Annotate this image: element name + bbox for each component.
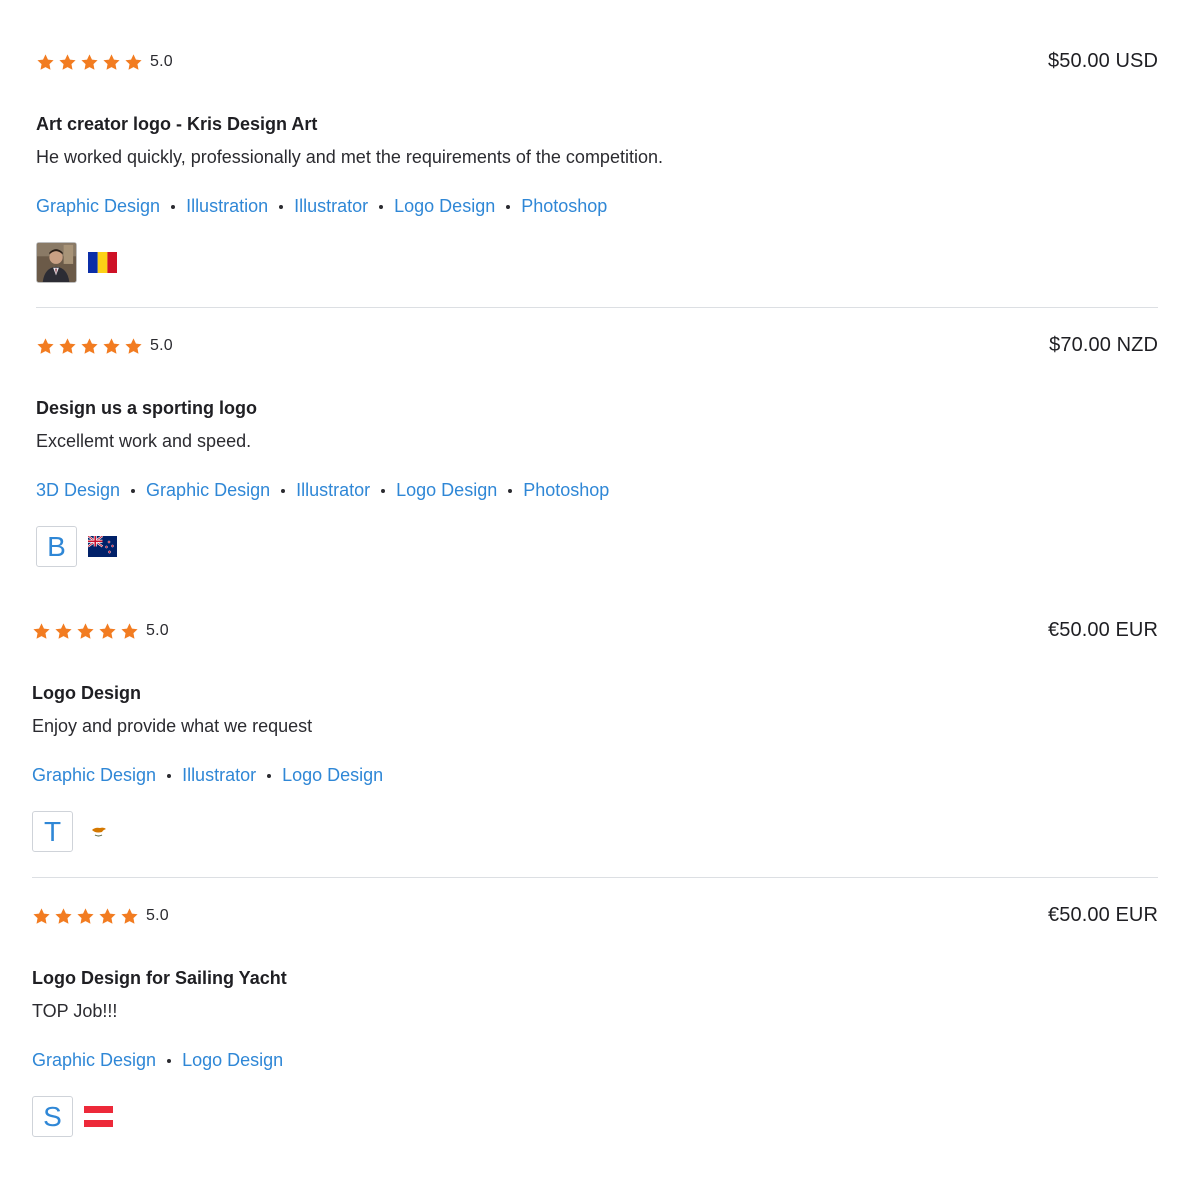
user-photo-icon <box>37 243 76 282</box>
avatar-letter: B <box>47 530 66 562</box>
review-comment: Enjoy and provide what we request <box>32 716 313 736</box>
project-price: €50.00 EUR <box>1048 904 1158 926</box>
avatar-letter: S <box>43 1100 62 1132</box>
star-icon <box>98 907 117 926</box>
separator-dot <box>279 204 284 209</box>
divider <box>32 877 1158 878</box>
reviewer-info: B <box>36 526 117 567</box>
project-price: €50.00 EUR <box>1048 619 1158 641</box>
skill-link[interactable]: Graphic Design <box>32 765 156 786</box>
star-rating <box>32 907 139 926</box>
skill-link[interactable]: Illustrator <box>182 765 256 786</box>
review-comment: He worked quickly, professionally and me… <box>36 147 663 167</box>
star-icon <box>120 622 139 641</box>
rating-score: 5.0 <box>146 622 169 639</box>
skill-link[interactable]: Photoshop <box>523 480 609 501</box>
star-icon <box>36 337 55 356</box>
rating: 5.0 <box>36 334 173 358</box>
separator-dot <box>381 488 386 493</box>
reviewer-info: S <box>32 1096 113 1137</box>
star-icon <box>80 337 99 356</box>
project-title: Logo Design <box>32 683 141 703</box>
skill-tags: Graphic Design Illustration Illustrator … <box>36 196 607 217</box>
skill-link[interactable]: Illustrator <box>296 480 370 501</box>
divider <box>36 307 1158 308</box>
avatar[interactable]: S <box>32 1096 73 1137</box>
separator-dot <box>167 1058 172 1063</box>
star-icon <box>124 337 143 356</box>
review-item: 5.0 €50.00 EUR Logo Design for Sailing Y… <box>32 890 1158 1160</box>
star-icon <box>54 907 73 926</box>
skill-tags: 3D Design Graphic Design Illustrator Log… <box>36 480 609 501</box>
skill-link[interactable]: Logo Design <box>396 480 497 501</box>
review-comment: TOP Job!!! <box>32 1001 118 1021</box>
skill-link[interactable]: Logo Design <box>282 765 383 786</box>
skill-link[interactable]: Graphic Design <box>36 196 160 217</box>
skill-link[interactable]: Logo Design <box>182 1050 283 1071</box>
skill-link[interactable]: Photoshop <box>521 196 607 217</box>
project-title: Logo Design for Sailing Yacht <box>32 968 287 988</box>
star-rating <box>32 622 139 641</box>
star-icon <box>102 53 121 72</box>
separator-dot <box>267 773 272 778</box>
skill-link[interactable]: Illustrator <box>294 196 368 217</box>
review-comment: Excellemt work and speed. <box>36 431 252 451</box>
star-icon <box>76 622 95 641</box>
star-rating <box>36 337 143 356</box>
romania-flag-icon <box>88 252 117 273</box>
star-icon <box>36 53 55 72</box>
star-icon <box>102 337 121 356</box>
avatar-letter: T <box>43 815 62 847</box>
skill-link[interactable]: Graphic Design <box>32 1050 156 1071</box>
skill-link[interactable]: Logo Design <box>394 196 495 217</box>
skill-tags: Graphic Design Illustrator Logo Design <box>32 765 383 786</box>
rating: 5.0 <box>36 50 173 74</box>
reviewer-info <box>36 242 117 283</box>
new-zealand-flag-icon <box>88 536 117 557</box>
rating: 5.0 <box>32 904 169 928</box>
separator-dot <box>508 488 513 493</box>
star-icon <box>124 53 143 72</box>
project-title: Art creator logo - Kris Design Art <box>36 114 318 134</box>
review-item: 5.0 $50.00 USD Art creator logo - Kris D… <box>36 36 1158 306</box>
skill-link[interactable]: 3D Design <box>36 480 120 501</box>
skill-link[interactable]: Graphic Design <box>146 480 270 501</box>
avatar[interactable]: B <box>36 526 77 567</box>
avatar[interactable] <box>36 242 77 283</box>
cyprus-flag-icon <box>84 821 113 842</box>
project-price: $70.00 NZD <box>1049 334 1158 356</box>
rating-score: 5.0 <box>146 907 169 924</box>
skill-tags: Graphic Design Logo Design <box>32 1050 283 1071</box>
star-icon <box>54 622 73 641</box>
separator-dot <box>167 773 172 778</box>
reviewer-info: T <box>32 811 113 852</box>
star-icon <box>98 622 117 641</box>
project-price: $50.00 USD <box>1048 50 1158 72</box>
separator-dot <box>131 488 136 493</box>
star-rating <box>36 53 143 72</box>
star-icon <box>58 337 77 356</box>
austria-flag-icon <box>84 1106 113 1127</box>
separator-dot <box>379 204 384 209</box>
rating-score: 5.0 <box>150 53 173 70</box>
star-icon <box>32 622 51 641</box>
skill-link[interactable]: Illustration <box>186 196 268 217</box>
review-list: 5.0 $50.00 USD Art creator logo - Kris D… <box>0 0 1200 1200</box>
star-icon <box>58 53 77 72</box>
star-icon <box>80 53 99 72</box>
star-icon <box>32 907 51 926</box>
star-icon <box>76 907 95 926</box>
rating: 5.0 <box>32 619 169 643</box>
review-item: 5.0 $70.00 NZD Design us a sporting logo… <box>36 320 1158 590</box>
star-icon <box>120 907 139 926</box>
review-item: 5.0 €50.00 EUR Logo Design Enjoy and pro… <box>32 605 1158 875</box>
separator-dot <box>506 204 511 209</box>
project-title: Design us a sporting logo <box>36 398 258 418</box>
rating-score: 5.0 <box>150 337 173 354</box>
separator-dot <box>171 204 176 209</box>
separator-dot <box>281 488 286 493</box>
avatar[interactable]: T <box>32 811 73 852</box>
